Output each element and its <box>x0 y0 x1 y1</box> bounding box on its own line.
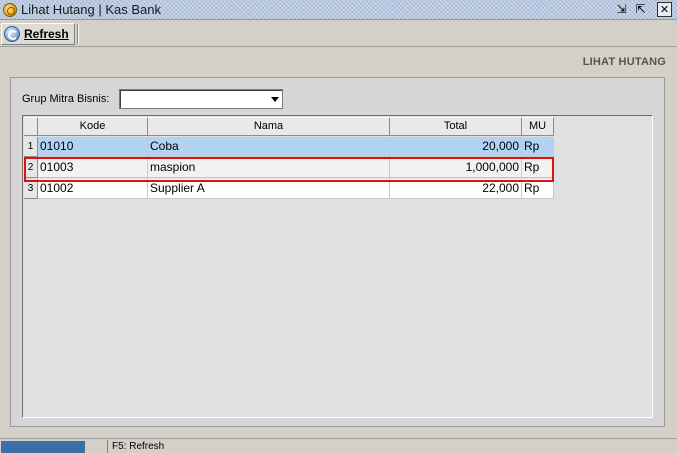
cell-total[interactable]: 20,000 <box>390 137 522 157</box>
cell-total[interactable]: 1,000,000 <box>390 158 522 178</box>
cell-nama[interactable]: Coba <box>148 137 390 157</box>
refresh-button[interactable]: Refresh <box>1 23 75 45</box>
cell-nama[interactable]: Supplier A <box>148 179 390 199</box>
status-separator <box>107 440 108 453</box>
toolbar: Refresh <box>0 21 677 47</box>
refresh-icon <box>4 26 20 42</box>
row-number: 3 <box>24 179 38 199</box>
window-title: Lihat Hutang | Kas Bank <box>21 2 161 17</box>
cell-kode[interactable]: 01003 <box>38 158 148 178</box>
refresh-label: Refresh <box>24 27 69 41</box>
status-hint: F5: Refresh <box>112 441 165 452</box>
chevron-down-icon[interactable] <box>271 97 279 102</box>
toolbar-separator <box>77 24 79 44</box>
hutang-table[interactable]: Kode Nama Total MU 1 01010 Coba 20,000 R… <box>22 115 653 418</box>
table-row[interactable]: 3 01002 Supplier A 22,000 Rp <box>24 179 554 199</box>
cell-kode[interactable]: 01010 <box>38 137 148 157</box>
column-header-kode[interactable]: Kode <box>38 117 148 136</box>
cell-mu[interactable]: Rp <box>522 179 554 199</box>
cell-total[interactable]: 22,000 <box>390 179 522 199</box>
row-number: 2 <box>24 158 38 178</box>
coin-icon <box>3 3 17 17</box>
cell-nama[interactable]: maspion <box>148 158 390 178</box>
table-header: Kode Nama Total MU <box>24 117 554 136</box>
grup-mitra-label: Grup Mitra Bisnis: <box>22 93 110 105</box>
grup-mitra-dropdown[interactable] <box>119 89 283 109</box>
title-bar: Lihat Hutang | Kas Bank ⇲ ⇱ ✕ <box>0 0 677 20</box>
page-title: LIHAT HUTANG <box>582 56 666 68</box>
status-progress <box>1 441 85 453</box>
maximize-icon[interactable]: ⇱ <box>632 1 649 18</box>
restore-down-icon[interactable]: ⇲ <box>613 1 630 18</box>
column-header-mu[interactable]: MU <box>522 117 554 136</box>
cell-mu[interactable]: Rp <box>522 137 554 157</box>
row-number: 1 <box>24 137 38 157</box>
cell-kode[interactable]: 01002 <box>38 179 148 199</box>
close-icon[interactable]: ✕ <box>657 2 672 17</box>
status-bar: F5: Refresh <box>0 438 677 453</box>
column-header-nama[interactable]: Nama <box>148 117 390 136</box>
column-header-total[interactable]: Total <box>390 117 522 136</box>
rownum-header <box>24 117 38 136</box>
table-row[interactable]: 2 01003 maspion 1,000,000 Rp <box>24 158 554 178</box>
cell-mu[interactable]: Rp <box>522 158 554 178</box>
table-row[interactable]: 1 01010 Coba 20,000 Rp <box>24 137 554 157</box>
